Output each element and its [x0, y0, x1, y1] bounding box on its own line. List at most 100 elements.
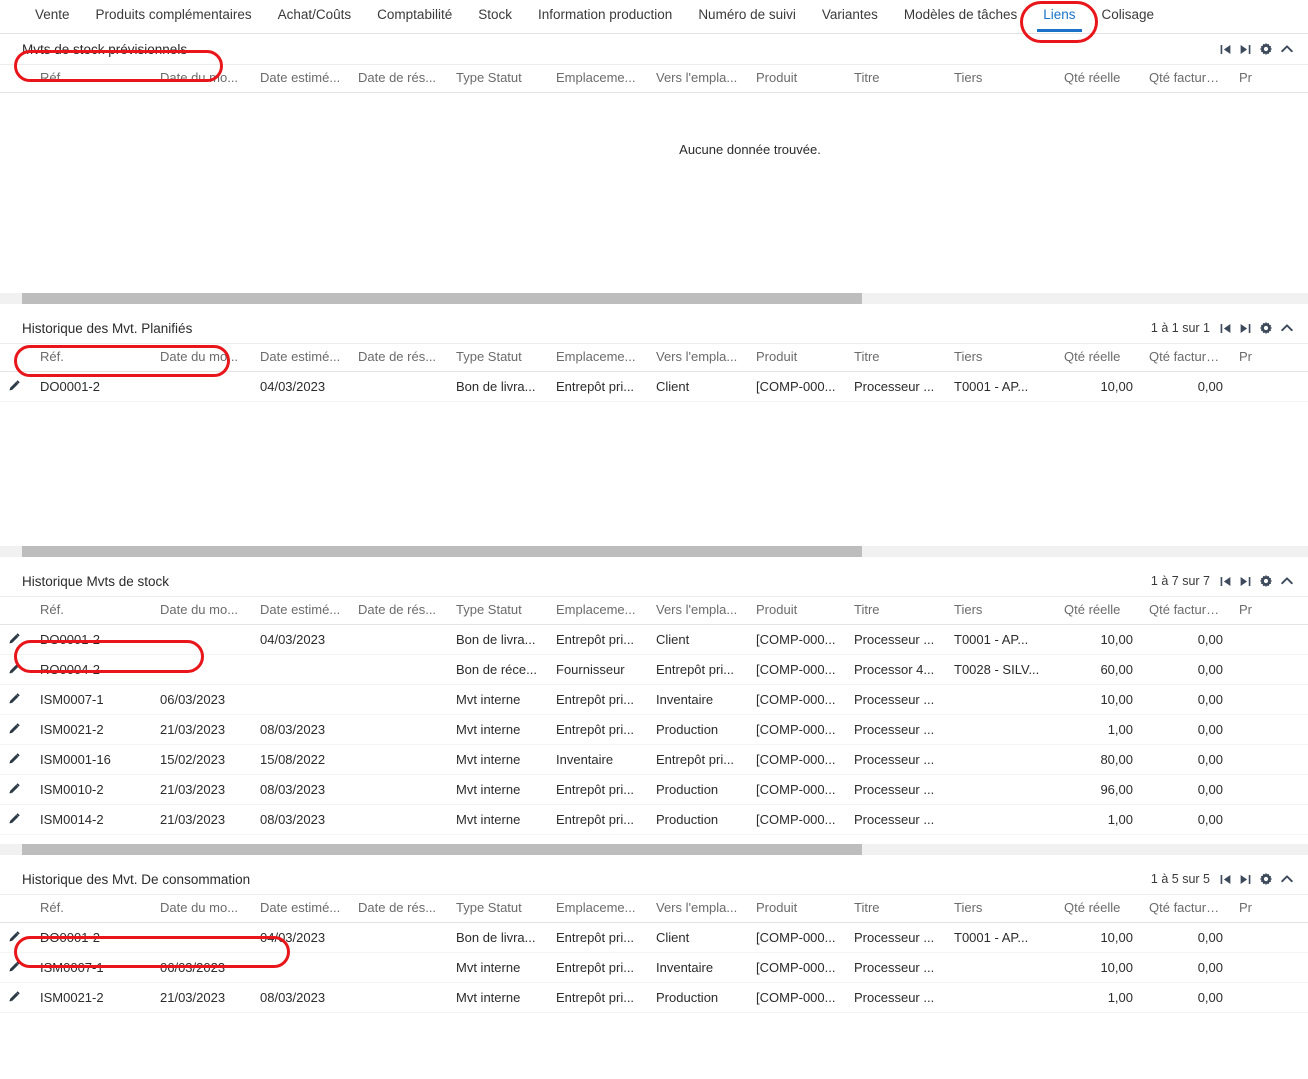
column-header-10[interactable]: Qté réelle — [1056, 344, 1141, 372]
column-header-9[interactable]: Tiers — [946, 597, 1056, 625]
table-row[interactable]: ISM0007-1 06/03/2023 Mvt interne Entrepôt p… — [0, 952, 1308, 983]
gear-icon[interactable] — [1259, 872, 1273, 886]
column-header-0[interactable]: Réf. — [32, 895, 152, 923]
column-header-8[interactable]: Titre — [846, 65, 946, 93]
column-header-7[interactable]: Produit — [748, 597, 846, 625]
pencil-icon[interactable] — [8, 379, 21, 392]
chevron-up-icon[interactable] — [1280, 321, 1294, 335]
horizontal-scrollbar[interactable] — [0, 546, 1308, 557]
column-header-4[interactable]: Type Statut — [448, 65, 548, 93]
pencil-icon[interactable] — [8, 812, 21, 825]
column-header-8[interactable]: Titre — [846, 344, 946, 372]
pencil-icon[interactable] — [8, 990, 21, 1003]
column-header-5[interactable]: Emplaceme... — [548, 65, 648, 93]
scrollbar-thumb[interactable] — [22, 546, 862, 557]
column-header-1[interactable]: Date du mo... — [152, 65, 252, 93]
column-header-3[interactable]: Date de rés... — [350, 895, 448, 923]
table-row[interactable]: DO0001-2 04/03/2023 Bon de livra... Entrepô… — [0, 922, 1308, 953]
gear-icon[interactable] — [1259, 574, 1273, 588]
column-header-9[interactable]: Tiers — [946, 895, 1056, 923]
column-header-6[interactable]: Vers l'empla... — [648, 597, 748, 625]
gear-icon[interactable] — [1259, 321, 1273, 335]
column-header-0[interactable]: Réf. — [32, 65, 152, 93]
row-edit-cell[interactable] — [0, 744, 32, 775]
row-edit-cell[interactable] — [0, 982, 32, 1013]
chevron-up-icon[interactable] — [1280, 42, 1294, 56]
column-header-11[interactable]: Qté facturé... — [1141, 65, 1231, 93]
column-header-9[interactable]: Tiers — [946, 65, 1056, 93]
tab-variantes[interactable]: Variantes — [809, 0, 891, 32]
column-header-4[interactable]: Type Statut — [448, 597, 548, 625]
row-edit-cell[interactable] — [0, 371, 32, 402]
column-header-2[interactable]: Date estimé... — [252, 65, 350, 93]
row-edit-cell[interactable] — [0, 624, 32, 655]
horizontal-scrollbar[interactable] — [0, 293, 1308, 304]
last-page-icon[interactable] — [1239, 873, 1252, 886]
chevron-up-icon[interactable] — [1280, 574, 1294, 588]
last-page-icon[interactable] — [1239, 575, 1252, 588]
tab-achat-co-ts[interactable]: Achat/Coûts — [265, 0, 365, 32]
column-header-7[interactable]: Produit — [748, 895, 846, 923]
column-header-11[interactable]: Qté facturé... — [1141, 895, 1231, 923]
column-header-8[interactable]: Titre — [846, 597, 946, 625]
column-header-5[interactable]: Emplaceme... — [548, 597, 648, 625]
row-edit-cell[interactable] — [0, 952, 32, 983]
column-header-5[interactable]: Emplaceme... — [548, 895, 648, 923]
row-edit-cell[interactable] — [0, 714, 32, 745]
gear-icon[interactable] — [1259, 42, 1273, 56]
tab-num-ro-de-suivi[interactable]: Numéro de suivi — [685, 0, 809, 32]
column-header-12[interactable]: Pr — [1231, 344, 1308, 372]
table-row[interactable]: ISM0001-16 15/02/2023 15/08/2022 Mvt intern… — [0, 744, 1308, 775]
column-header-2[interactable]: Date estimé... — [252, 895, 350, 923]
chevron-up-icon[interactable] — [1280, 872, 1294, 886]
table-row[interactable]: ISM0010-2 21/03/2023 08/03/2023 Mvt interne… — [0, 774, 1308, 805]
column-header-7[interactable]: Produit — [748, 344, 846, 372]
tab-mod-les-de-t-ches[interactable]: Modèles de tâches — [891, 0, 1030, 32]
column-header-11[interactable]: Qté facturé... — [1141, 597, 1231, 625]
column-header-6[interactable]: Vers l'empla... — [648, 895, 748, 923]
row-edit-cell[interactable] — [0, 774, 32, 805]
column-header-6[interactable]: Vers l'empla... — [648, 344, 748, 372]
horizontal-scrollbar[interactable] — [0, 844, 1308, 855]
pencil-icon[interactable] — [8, 752, 21, 765]
column-header-12[interactable]: Pr — [1231, 597, 1308, 625]
column-header-6[interactable]: Vers l'empla... — [648, 65, 748, 93]
first-page-icon[interactable] — [1219, 43, 1232, 56]
column-header-0[interactable]: Réf. — [32, 597, 152, 625]
column-header-12[interactable]: Pr — [1231, 65, 1308, 93]
column-header-12[interactable]: Pr — [1231, 895, 1308, 923]
column-header-4[interactable]: Type Statut — [448, 344, 548, 372]
first-page-icon[interactable] — [1219, 322, 1232, 335]
pencil-icon[interactable] — [8, 662, 21, 675]
column-header-3[interactable]: Date de rés... — [350, 65, 448, 93]
last-page-icon[interactable] — [1239, 322, 1252, 335]
column-header-11[interactable]: Qté facturé... — [1141, 344, 1231, 372]
tab-comptabilit[interactable]: Comptabilité — [364, 0, 465, 32]
table-row[interactable]: RO0004-2 Bon de réce... Fournisseur Entrepô… — [0, 654, 1308, 685]
column-header-0[interactable]: Réf. — [32, 344, 152, 372]
pencil-icon[interactable] — [8, 782, 21, 795]
table-row[interactable]: DO0001-2 04/03/2023 Bon de livra... Entrepô… — [0, 371, 1308, 402]
column-header-3[interactable]: Date de rés... — [350, 597, 448, 625]
first-page-icon[interactable] — [1219, 575, 1232, 588]
scrollbar-thumb[interactable] — [22, 844, 862, 855]
pencil-icon[interactable] — [8, 692, 21, 705]
column-header-7[interactable]: Produit — [748, 65, 846, 93]
column-header-1[interactable]: Date du mo... — [152, 895, 252, 923]
table-row[interactable]: ISM0021-2 21/03/2023 08/03/2023 Mvt interne… — [0, 982, 1308, 1013]
table-row[interactable]: ISM0007-1 06/03/2023 Mvt interne Entrepôt p… — [0, 684, 1308, 715]
tab-liens[interactable]: Liens — [1030, 0, 1088, 32]
column-header-5[interactable]: Emplaceme... — [548, 344, 648, 372]
first-page-icon[interactable] — [1219, 873, 1232, 886]
column-header-1[interactable]: Date du mo... — [152, 597, 252, 625]
column-header-9[interactable]: Tiers — [946, 344, 1056, 372]
row-edit-cell[interactable] — [0, 804, 32, 835]
column-header-10[interactable]: Qté réelle — [1056, 597, 1141, 625]
table-row[interactable]: ISM0014-2 21/03/2023 08/03/2023 Mvt interne… — [0, 804, 1308, 835]
pencil-icon[interactable] — [8, 960, 21, 973]
scrollbar-thumb[interactable] — [22, 293, 862, 304]
column-header-1[interactable]: Date du mo... — [152, 344, 252, 372]
tab-colisage[interactable]: Colisage — [1089, 0, 1168, 32]
table-row[interactable]: DO0001-2 04/03/2023 Bon de livra... Entrepô… — [0, 624, 1308, 655]
tab-produits-compl-mentaires[interactable]: Produits complémentaires — [83, 0, 265, 32]
